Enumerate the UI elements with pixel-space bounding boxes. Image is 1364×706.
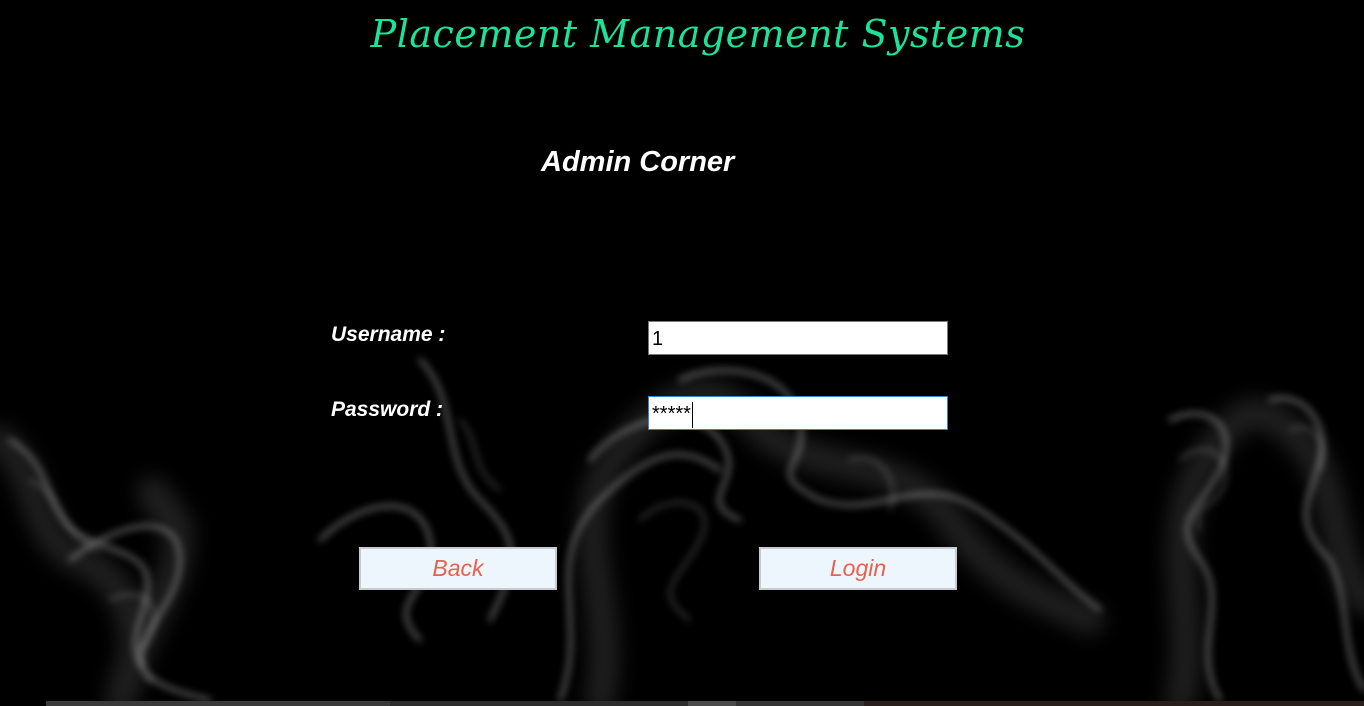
taskbar-segment bbox=[46, 701, 390, 706]
app-title: Placement Management Systems bbox=[370, 12, 1026, 56]
text-cursor bbox=[691, 401, 693, 428]
taskbar-strip bbox=[0, 701, 1364, 706]
password-field[interactable]: ***** bbox=[648, 396, 948, 430]
back-button[interactable]: Back bbox=[359, 547, 557, 590]
username-label: Username : bbox=[331, 323, 446, 346]
password-value: ***** bbox=[652, 403, 691, 425]
taskbar-segment bbox=[390, 701, 688, 706]
page-title: Admin Corner bbox=[541, 146, 735, 178]
username-value: 1 bbox=[652, 328, 664, 350]
taskbar-segment bbox=[688, 701, 736, 706]
taskbar-segment bbox=[864, 701, 1364, 706]
login-button[interactable]: Login bbox=[759, 547, 957, 590]
username-field[interactable]: 1 bbox=[648, 321, 948, 355]
taskbar-segment bbox=[736, 701, 864, 706]
password-label: Password : bbox=[331, 398, 444, 421]
